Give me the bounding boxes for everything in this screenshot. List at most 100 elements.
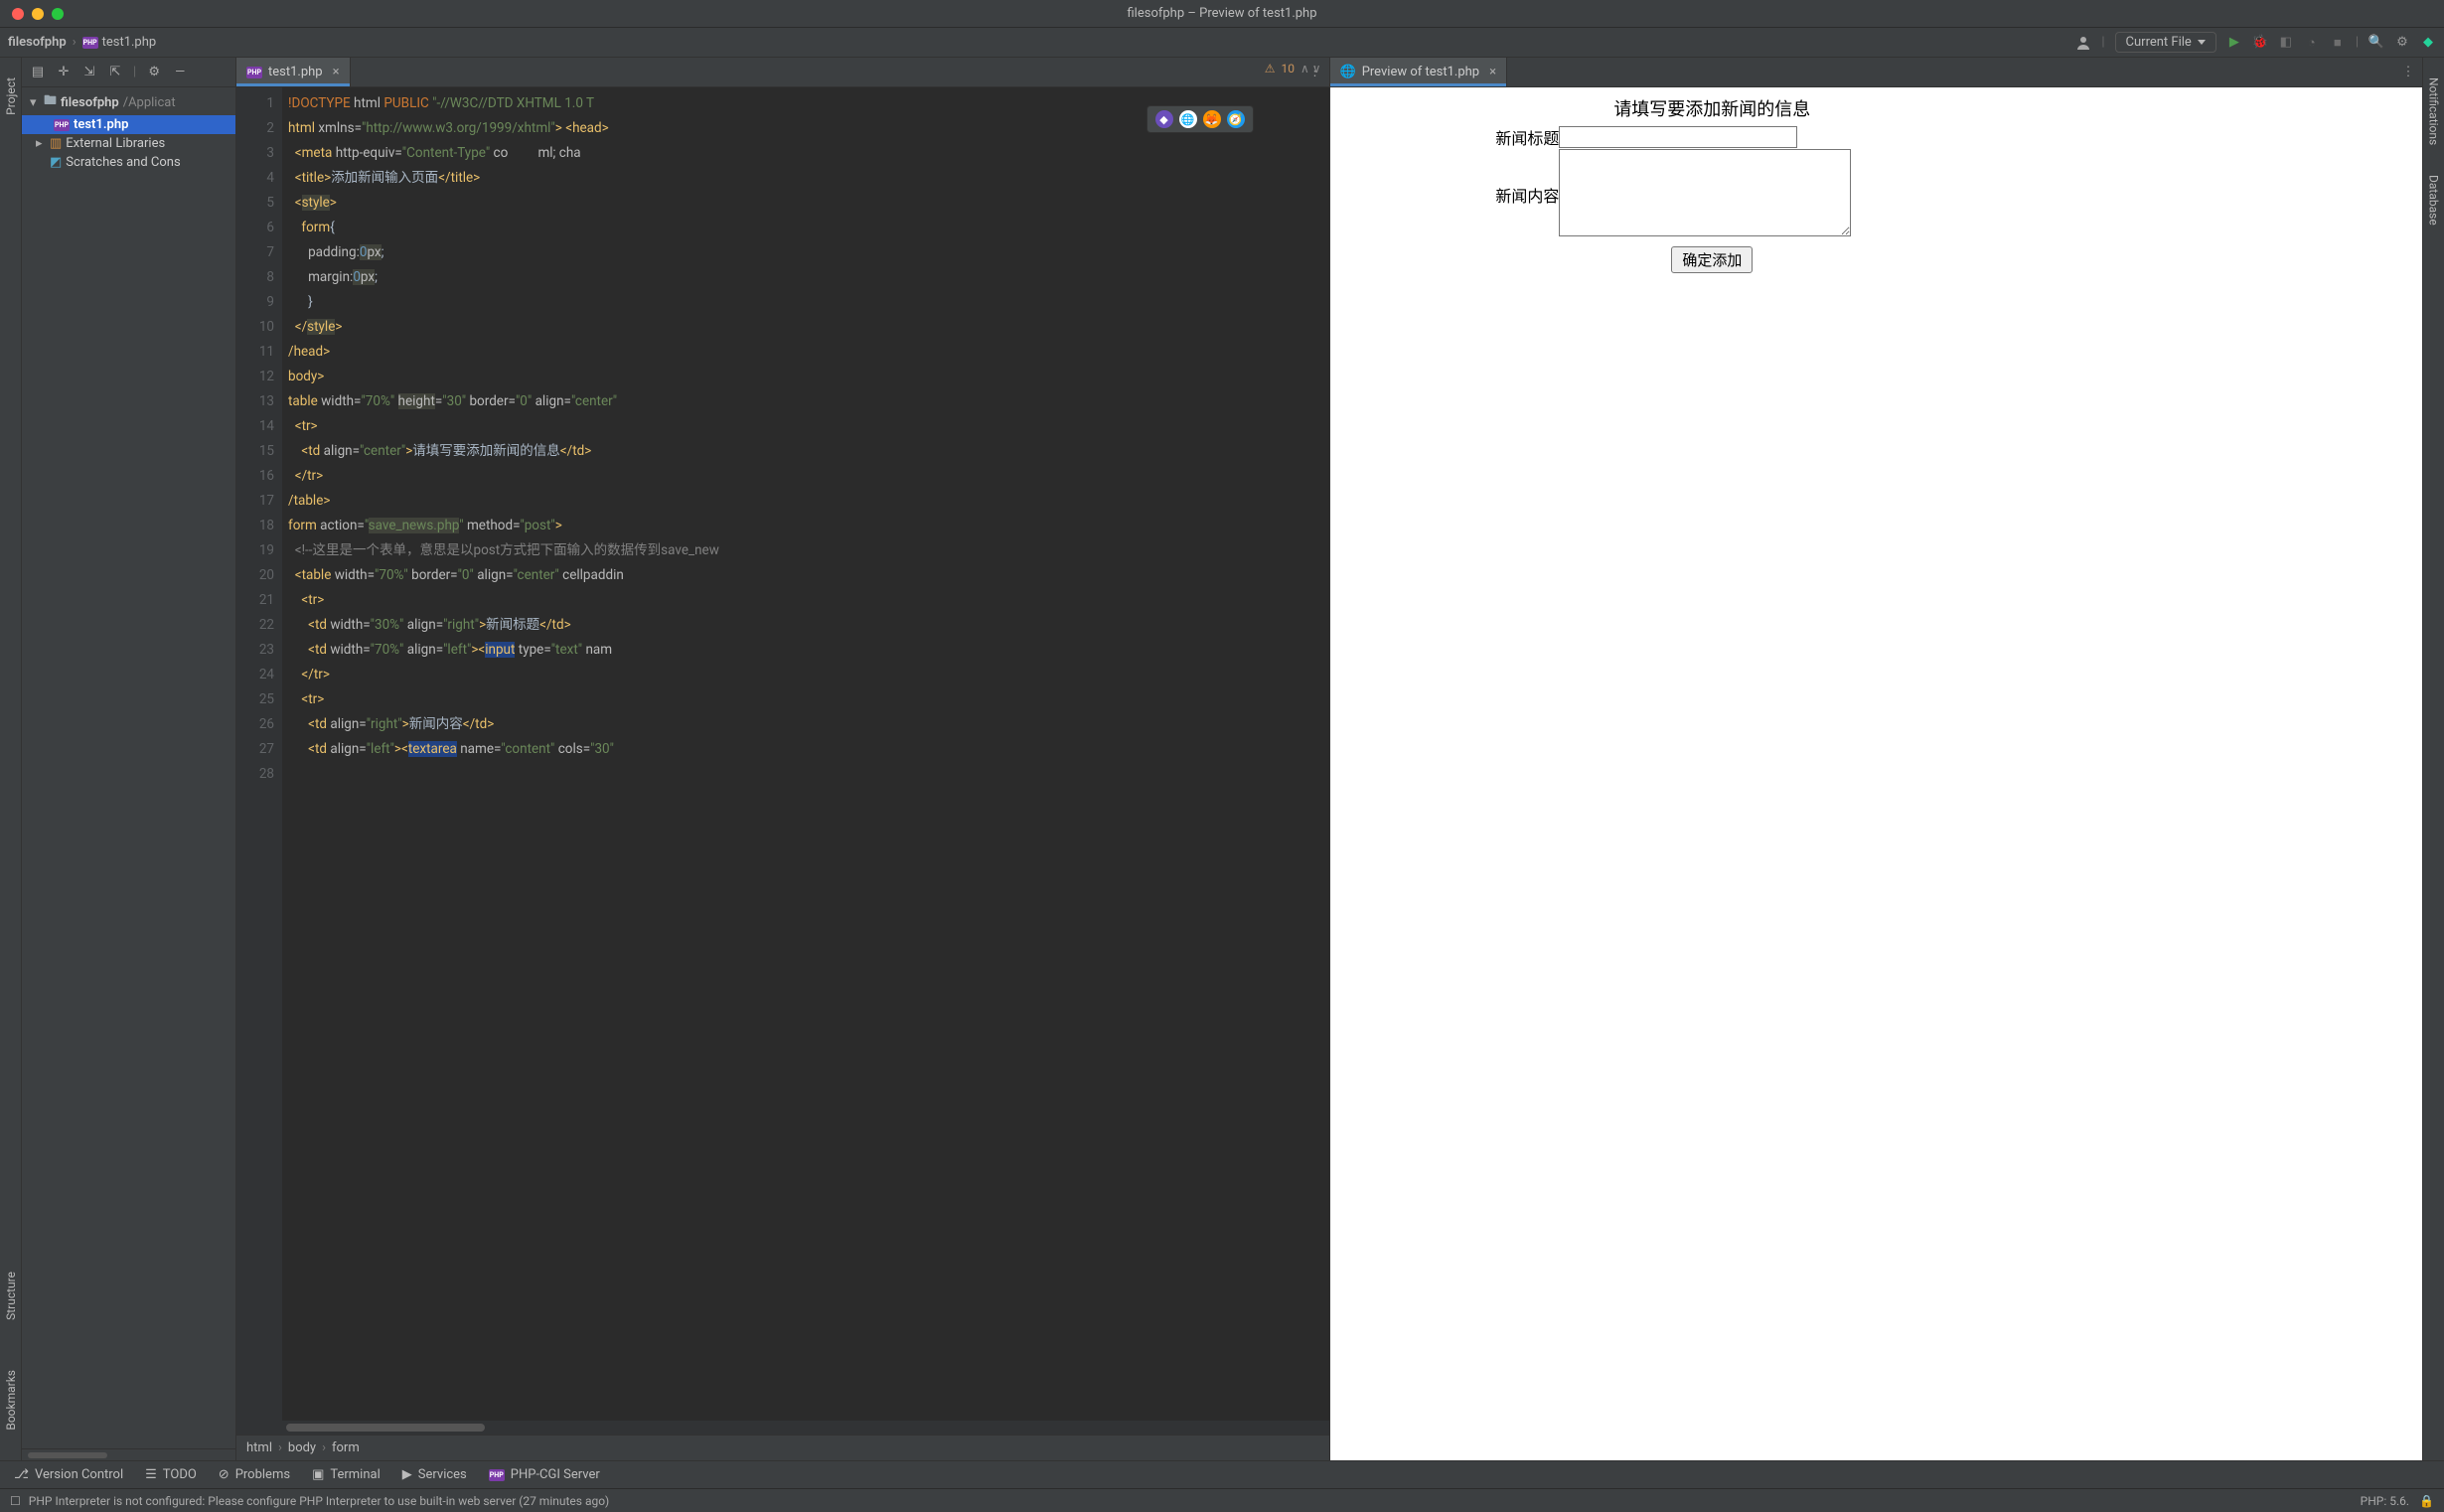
structure-tool-button[interactable]: Structure (4, 1272, 18, 1320)
crumb[interactable]: form (332, 1440, 360, 1455)
tree-external-libraries[interactable]: ▸ ▥ External Libraries (22, 134, 235, 153)
locate-icon[interactable]: ✛ (56, 65, 72, 80)
status-bar: ☐ PHP Interpreter is not configured: Ple… (0, 1488, 2444, 1512)
search-icon[interactable]: 🔍 (2368, 35, 2384, 51)
caret-right-icon[interactable]: ▸ (36, 136, 46, 151)
coverage-icon[interactable]: ◧ (2278, 35, 2294, 51)
status-message[interactable]: PHP Interpreter is not configured: Pleas… (29, 1494, 609, 1508)
vcs-button[interactable]: ⎇Version Control (14, 1467, 123, 1482)
globe-icon: 🌐 (1340, 65, 1356, 79)
database-tool-button[interactable]: Database (2427, 175, 2441, 226)
code-content[interactable]: !DOCTYPE html PUBLIC "-//W3C//DTD XHTML … (282, 87, 1329, 1421)
tab-menu-icon[interactable]: ⋮ (2400, 65, 2416, 80)
folder-icon: 🖿 (44, 91, 57, 113)
php-file-icon: PHP (54, 119, 70, 131)
preview-pane: 🌐 Preview of test1.php × ⋮ 请填写要添加新闻的信息 新… (1329, 58, 2423, 1460)
tree-scratches[interactable]: ◩ Scratches and Cons (22, 153, 235, 172)
run-config-selector[interactable]: Current File (2115, 32, 2216, 53)
inspection-indicator[interactable]: ⚠ 10 ∧ ∨ (1265, 62, 1321, 76)
textarea-news-content[interactable] (1559, 149, 1851, 236)
notifications-tool-button[interactable]: Notifications (2427, 77, 2441, 145)
project-view-icon[interactable]: ▤ (30, 65, 46, 80)
maximize-icon[interactable] (52, 8, 64, 20)
debug-icon[interactable]: 🐞 (2252, 35, 2268, 51)
profile-icon[interactable]: ◔ (2304, 35, 2320, 51)
window-title: filesofphp – Preview of test1.php (1127, 6, 1316, 21)
window-controls (0, 8, 64, 20)
stop-icon[interactable]: ■ (2330, 35, 2346, 51)
breadcrumb-project[interactable]: filesofphp (8, 35, 67, 50)
gear-icon[interactable]: ⚙ (146, 65, 162, 80)
crumb[interactable]: html (246, 1440, 272, 1455)
settings-icon[interactable]: ⚙ (2394, 35, 2410, 51)
collapse-icon[interactable]: ⇱ (107, 65, 123, 80)
line-gutter: 1234567891011121314151617181920212223242… (236, 87, 282, 1421)
todo-button[interactable]: ☰TODO (145, 1467, 197, 1482)
scratch-icon: ◩ (50, 155, 62, 170)
right-tool-strip: Notifications Database (2422, 58, 2444, 1460)
close-icon[interactable] (12, 8, 24, 20)
chevron-right-icon: › (73, 35, 76, 50)
php-version[interactable]: PHP: 5.6. (2361, 1494, 2409, 1508)
terminal-button[interactable]: ▣Terminal (312, 1467, 381, 1482)
label-news-content: 新闻内容 (1330, 149, 1560, 240)
input-news-title[interactable] (1559, 126, 1797, 148)
editor-area: PHP test1.php × ⋮ 1234567891011121314151… (236, 58, 2422, 1460)
tab-test1[interactable]: PHP test1.php × (236, 58, 351, 86)
preview-tabs: 🌐 Preview of test1.php × ⋮ (1330, 58, 2423, 87)
lock-icon[interactable]: 🔒 (2419, 1494, 2434, 1508)
code-editor[interactable]: 1234567891011121314151617181920212223242… (236, 87, 1329, 1421)
label-news-title: 新闻标题 (1330, 125, 1560, 149)
terminal-icon: ▣ (312, 1467, 324, 1482)
status-icon[interactable]: ☐ (10, 1494, 21, 1508)
chevron-down-icon (2198, 40, 2206, 45)
preview-content: 请填写要添加新闻的信息 新闻标题 新闻内容 确定添加 (1330, 87, 2423, 1460)
services-button[interactable]: ▶Services (402, 1467, 467, 1482)
tree-root[interactable]: ▾ 🖿 filesofphp /Applicat (22, 89, 235, 115)
problems-button[interactable]: ⊘Problems (219, 1467, 290, 1482)
caret-down-icon[interactable]: ▾ (30, 95, 40, 110)
main-body: Project Structure Bookmarks ▤ ✛ ⇲ ⇱ | ⚙ … (0, 58, 2444, 1460)
tree-file-test1[interactable]: PHP test1.php (22, 115, 235, 134)
builtin-browser-icon[interactable]: ◆ (1155, 110, 1173, 128)
project-panel: ▤ ✛ ⇲ ⇱ | ⚙ — ▾ 🖿 filesofphp /Applicat P… (22, 58, 236, 1460)
codewithme-icon[interactable]: ◆ (2420, 35, 2436, 51)
safari-icon[interactable]: 🧭 (1227, 110, 1245, 128)
problems-icon: ⊘ (219, 1467, 229, 1482)
chrome-icon[interactable]: 🌐 (1179, 110, 1197, 128)
firefox-icon[interactable]: 🦊 (1203, 110, 1221, 128)
submit-button[interactable]: 确定添加 (1671, 246, 1753, 273)
expand-icon[interactable]: ⇲ (81, 65, 97, 80)
browser-popup: ◆ 🌐 🦊 🧭 (1146, 105, 1254, 133)
close-icon[interactable]: × (1489, 65, 1496, 79)
close-icon[interactable]: × (333, 65, 340, 79)
bookmarks-tool-button[interactable]: Bookmarks (4, 1370, 18, 1431)
minimize-icon[interactable] (32, 8, 44, 20)
phpcgi-button[interactable]: PHPPHP-CGI Server (489, 1467, 600, 1482)
titlebar: filesofphp – Preview of test1.php (0, 0, 2444, 28)
preview-heading: 请填写要添加新闻的信息 (1330, 87, 2095, 125)
editor-hscrollbar[interactable] (236, 1421, 1329, 1435)
navigation-bar: filesofphp › PHP test1.php | Current Fil… (0, 28, 2444, 58)
app-root: filesofphp – Preview of test1.php fileso… (0, 0, 2444, 1512)
php-file-icon: PHP (246, 67, 262, 78)
project-tree[interactable]: ▾ 🖿 filesofphp /Applicat PHP test1.php ▸… (22, 87, 235, 1448)
editor-tabs: PHP test1.php × ⋮ (236, 58, 1329, 87)
library-icon: ▥ (50, 136, 62, 151)
list-icon: ☰ (145, 1467, 157, 1482)
run-icon[interactable]: ▶ (2226, 35, 2242, 51)
project-hscrollbar[interactable] (22, 1448, 235, 1460)
run-config-label: Current File (2126, 35, 2192, 50)
branch-icon: ⎇ (14, 1467, 29, 1482)
tab-preview[interactable]: 🌐 Preview of test1.php × (1330, 58, 1508, 86)
breadcrumb-file[interactable]: test1.php (102, 35, 157, 50)
user-icon[interactable] (2075, 35, 2091, 51)
warning-icon: ⚠ (1265, 62, 1276, 76)
crumb[interactable]: body (288, 1440, 316, 1455)
bottom-toolbar: ⎇Version Control ☰TODO ⊘Problems ▣Termin… (0, 1460, 2444, 1488)
project-tool-button[interactable]: Project (4, 77, 18, 115)
hide-icon[interactable]: — (172, 65, 188, 80)
editor-pane: PHP test1.php × ⋮ 1234567891011121314151… (236, 58, 1329, 1460)
php-file-icon: PHP (82, 37, 98, 49)
left-tool-strip: Project Structure Bookmarks (0, 58, 22, 1460)
